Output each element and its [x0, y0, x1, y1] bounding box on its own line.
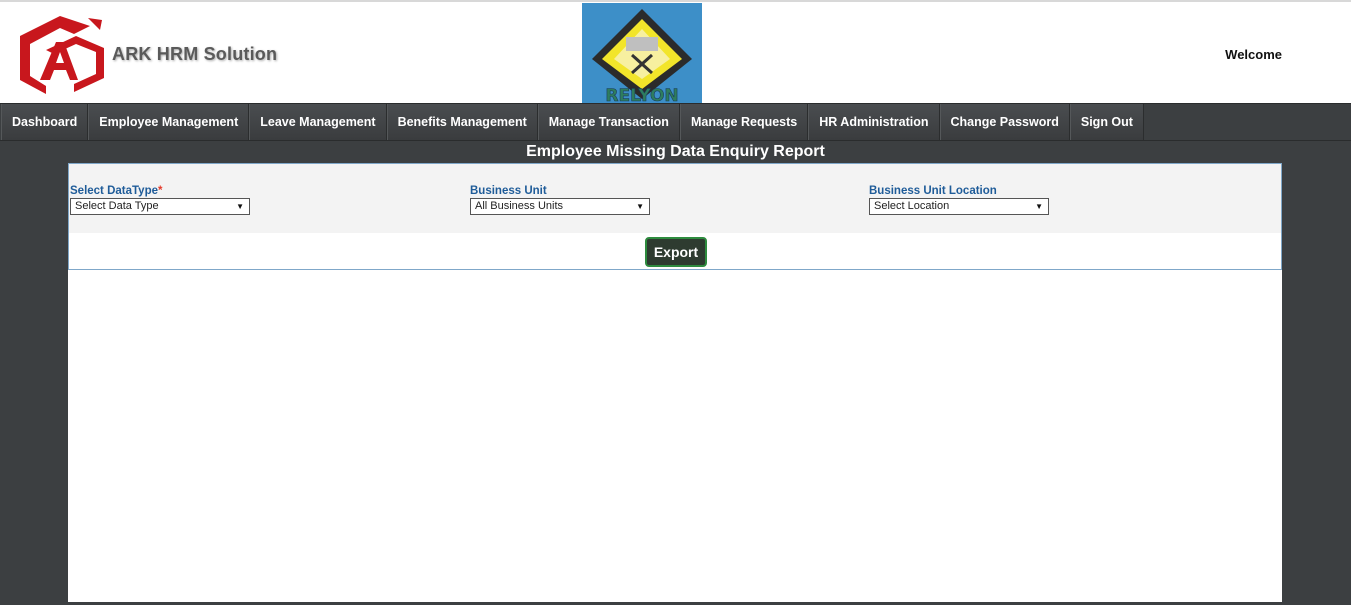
data-type-field: Select DataType* Select Data Type ▼	[70, 185, 250, 215]
location-field: Business Unit Location Select Location ▼	[869, 185, 1049, 215]
nav-item-manage-transaction[interactable]: Manage Transaction	[537, 104, 680, 140]
main-nav: Dashboard Employee Management Leave Mana…	[0, 103, 1351, 141]
nav-item-benefits-management[interactable]: Benefits Management	[386, 104, 538, 140]
dropdown-arrow-icon: ▼	[636, 202, 644, 211]
nav-item-sign-out[interactable]: Sign Out	[1069, 104, 1144, 140]
nav-item-dashboard[interactable]: Dashboard	[1, 104, 89, 140]
nav-item-manage-requests[interactable]: Manage Requests	[679, 104, 809, 140]
data-type-select[interactable]: Select Data Type ▼	[70, 198, 250, 215]
nav-item-employee-management[interactable]: Employee Management	[88, 104, 250, 140]
business-unit-value: All Business Units	[475, 200, 564, 212]
required-mark: *	[158, 185, 163, 197]
data-type-label: Select DataType*	[70, 185, 163, 197]
filter-band	[69, 164, 1281, 233]
export-button[interactable]: Export	[645, 237, 707, 267]
page-title: Employee Missing Data Enquiry Report	[526, 143, 825, 160]
location-select[interactable]: Select Location ▼	[869, 198, 1049, 215]
dropdown-arrow-icon: ▼	[236, 202, 244, 211]
relyon-logo: RELYON	[582, 3, 702, 106]
nav-item-hr-administration[interactable]: HR Administration	[808, 104, 940, 140]
location-label: Business Unit Location	[869, 185, 997, 197]
nav-item-change-password[interactable]: Change Password	[939, 104, 1070, 140]
brand-name: ARK HRM Solution	[112, 44, 278, 64]
business-unit-select[interactable]: All Business Units ▼	[470, 198, 650, 215]
svg-text:RELYON: RELYON	[605, 86, 678, 104]
business-unit-field: Business Unit All Business Units ▼	[470, 185, 650, 215]
ark-logo-icon	[16, 14, 106, 94]
report-content: Select DataType* Select Data Type ▼ Busi…	[68, 163, 1282, 602]
nav-item-leave-management[interactable]: Leave Management	[249, 104, 387, 140]
business-unit-label: Business Unit	[470, 185, 547, 197]
location-value: Select Location	[874, 200, 950, 212]
filter-panel: Select DataType* Select Data Type ▼ Busi…	[68, 163, 1282, 270]
welcome-text: Welcome	[1225, 47, 1282, 62]
dropdown-arrow-icon: ▼	[1035, 202, 1043, 211]
data-type-value: Select Data Type	[75, 200, 159, 212]
app-header: ARK HRM Solution RELYON Welcome	[0, 0, 1351, 106]
